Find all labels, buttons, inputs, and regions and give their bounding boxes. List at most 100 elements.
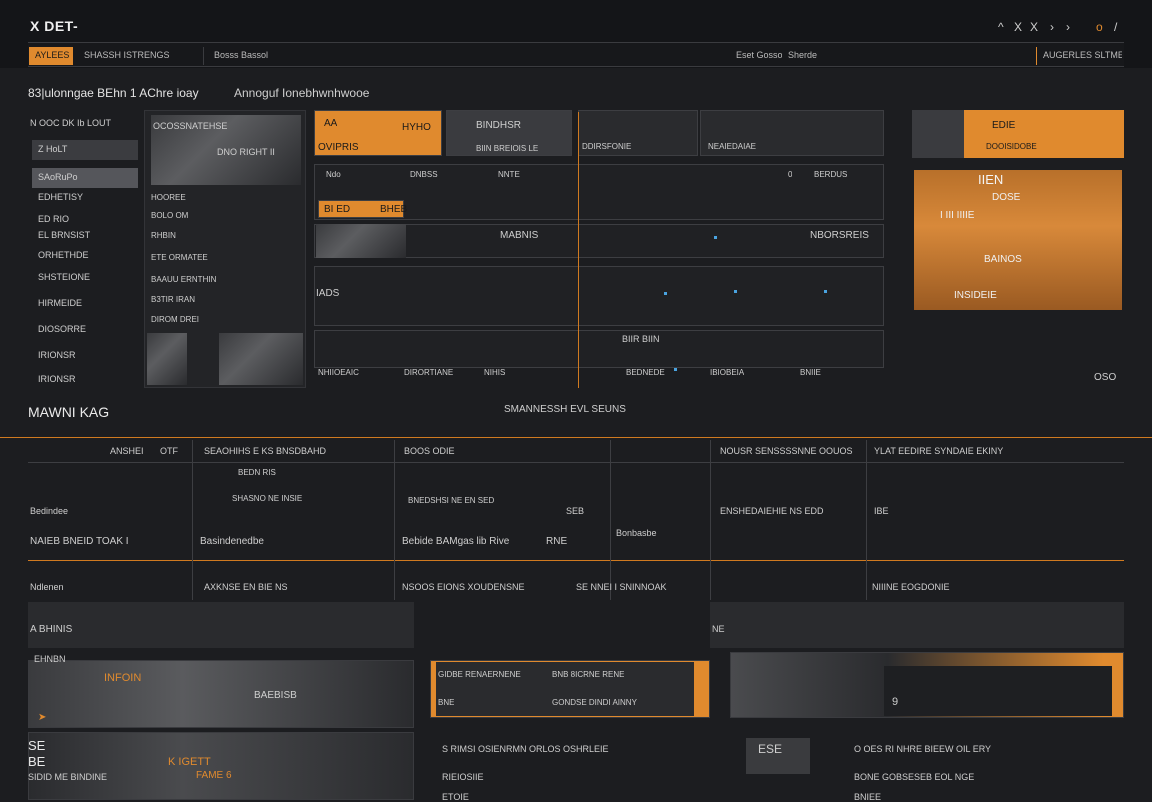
sidebar-item[interactable]: ORHETHDE [32,246,138,266]
table-cell: AXKNSE EN BIE NS [204,582,288,592]
preview-image[interactable] [914,170,1122,310]
preview-line: INSIDEIE [954,290,997,301]
grid-row-label: MABNIS [500,230,539,241]
table-divider [394,440,395,600]
close-icon[interactable]: X [1030,20,1038,34]
table-header[interactable]: YLAT EEDIRE SYNDAIE EKINY [874,446,1003,456]
sidebar-item[interactable]: DIOSORRE [32,320,138,340]
table-cell: RNE [546,536,568,547]
data-point [674,368,677,371]
detail-line: BNE [438,698,455,707]
table-divider [192,440,193,600]
table-header[interactable]: SEAOHIHS E KS BNSDBAHD [204,446,326,456]
tab-bosss[interactable]: Bosss Bassol [208,47,328,65]
grid-col-label: BERDUS [814,170,848,179]
sidebar-item[interactable]: IRIONSR [32,370,138,390]
list-item[interactable]: O OES RI NHRE BIEEW OIL ERY [854,744,991,754]
sidebar-item[interactable]: EDHETISY [32,188,138,208]
grid-tab-label: HYHO [402,122,431,133]
grid-row [314,266,884,326]
chevron-right-icon[interactable]: › [1066,20,1070,34]
table-divider [610,440,611,600]
preview-subtitle: DOSE [992,192,1021,203]
list-item[interactable]: BNIEE [854,792,881,802]
tab-strengths[interactable]: SHASSH ISTRENGS [78,47,204,65]
tab-aylees[interactable]: AYLEES [29,47,73,65]
playhead[interactable] [578,112,579,388]
table-cell: SEB [566,506,585,516]
record-icon[interactable]: o [1096,20,1103,34]
preview-title: IIEN [978,172,1004,187]
bottom-section-label: NE [712,624,725,634]
table-header[interactable]: ANSHEI [110,446,144,456]
table-cell: SE NNEI I SNINNOAK [576,582,667,592]
preview-panel: EDIE DOOISIDOBE IIEN DOSE I III IIIIE BA… [912,110,1124,310]
tab-sherde[interactable]: Sherde [782,47,832,65]
table-divider [866,440,867,600]
close-icon[interactable]: X [1014,20,1022,34]
media-card[interactable] [28,660,414,728]
grid-col-label: 0 [788,170,793,179]
grid-footer: BNIIE [800,368,821,377]
table-divider [710,440,711,600]
sidebar-item[interactable]: HIRMEIDE [32,294,138,314]
grid-footer: NHIIOEAIC [318,368,359,377]
media-card[interactable] [28,732,414,800]
media-card-overlay [884,666,1112,716]
media-list-item: RHBIN [151,231,176,240]
grid-footer: BEDNEDE [626,368,665,377]
media-big-label: BE [28,754,46,769]
table-cell: Ndlenen [30,582,64,592]
grid-cell: BI ED [324,204,351,215]
tab-augerles[interactable]: AUGERLES SLTMEER [1036,47,1122,65]
breadcrumb: 83|ulonngae BEhn 1 AChre ioay [28,86,199,100]
preview-sublabel: DOOISIDOBE [986,142,1037,151]
list-item[interactable]: BONE GOBSESEB EOL NGE [854,772,974,782]
sidebar-item[interactable]: SAoRuPo [32,168,138,188]
sidebar-item[interactable]: Z HoLT [32,140,138,160]
media-list-item: BAAUU ERNTHIN [151,275,217,284]
table-header[interactable]: OTF [160,446,178,456]
orange-arrow-icon[interactable]: ➤ [38,712,46,723]
thumbnail-image[interactable] [219,333,303,385]
list-item[interactable]: RIEIOSIIE [442,772,484,782]
media-list-item: B3TIR IRAN [151,295,196,304]
media-list-item: ETE ORMATEE [151,253,208,262]
preview-line: BAINOS [984,254,1022,265]
list-item[interactable]: ETOIE [442,792,469,802]
table-cell: NAIEB BNEID TOAK I [30,536,129,547]
grid-row-value: BIIR BIIN [622,334,660,344]
slash-icon[interactable]: / [1114,20,1117,34]
sidebar-item[interactable]: EL BRNSIST [32,226,138,246]
tab-eset[interactable]: Eset Gosso [730,47,782,65]
data-point [714,236,717,239]
chevron-up-icon[interactable]: ^ [998,20,1004,34]
table-cell: NSOOS EIONS XOUDENSNE [402,582,525,592]
sidebar-item[interactable]: SHSTEIONE [32,268,138,288]
bottom-area: A BHINIS NE EHNBN INFOIN BAEBISB ➤ GIDBE… [28,602,1124,802]
table-header[interactable]: BOOS ODIE [404,446,455,456]
sidebar: N OOC DK Ib LOUT Z HoLT SAoRuPo EDHETISY… [28,112,140,388]
list-item[interactable]: S RIMSI OSIENRMN ORLOS OSHRLEIE [442,744,609,754]
sidebar-item[interactable]: IRIONSR [32,346,138,366]
thumbnail-image[interactable] [147,333,187,385]
grid-tab-label: OVIPRIS [318,142,359,153]
table-header[interactable]: NOUSR SENSSSSNNE OOUOS [720,446,853,456]
grid-footer: DIRORTIANE [404,368,454,377]
table-cell: NIIINE EOGDONIE [872,582,950,592]
data-point [824,290,827,293]
media-list-item: HOOREE [151,193,186,202]
media-card-value: 9 [892,696,899,708]
breadcrumb-secondary: Annoguf Ionebhwnhwooe [234,86,370,100]
chevron-right-icon[interactable]: › [1050,20,1054,34]
media-caption-2: DNO RIGHT II [217,147,275,157]
preview-tab[interactable] [912,110,964,158]
media-list-item: DIROM DREI [151,315,199,324]
grid-col-label: Ndo [326,170,341,179]
table-cell: Bebide BAMgas lib Rive [402,536,510,547]
grid-tab-label: NEAIEDAIAE [708,142,757,151]
grid-thumbnail[interactable] [316,224,406,258]
bottom-section-header [28,602,414,648]
data-point [664,292,667,295]
grid-cell: BHEB [380,204,408,215]
